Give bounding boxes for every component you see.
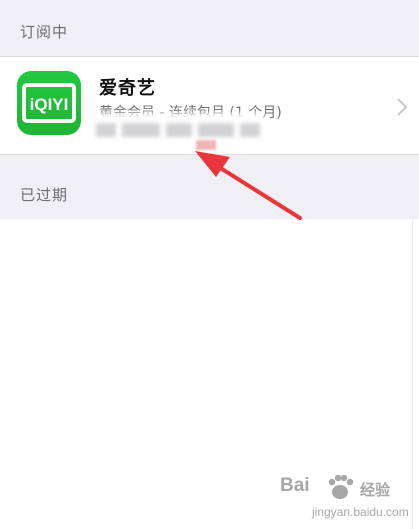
watermark-brand-right: 经验 [360, 481, 391, 499]
section-header-subscribed-label: 订阅中 [20, 23, 69, 41]
blurred-renewal-info [92, 117, 264, 145]
section-header-expired: 已过期 [0, 155, 419, 219]
app-name: 爱奇艺 [99, 78, 156, 99]
redacted-mark [196, 140, 216, 150]
paw-icon [328, 474, 354, 499]
watermark-url: jingyan.baidu.com [312, 505, 409, 519]
baidu-watermark: Bai 经验 jingyan.baidu.com [256, 471, 416, 525]
subscription-row-iqiyi[interactable]: iQIYI 爱奇艺 黄金会员 - 连续包月 (1 个月) [0, 56, 419, 155]
iqiyi-logo-text: iQIYI [30, 95, 69, 114]
section-header-expired-label: 已过期 [20, 186, 69, 204]
iqiyi-app-icon: iQIYI [17, 71, 81, 135]
watermark-brand-left: Bai [280, 475, 310, 496]
section-header-subscribed: 订阅中 [0, 0, 419, 56]
chevron-right-icon [397, 98, 408, 116]
